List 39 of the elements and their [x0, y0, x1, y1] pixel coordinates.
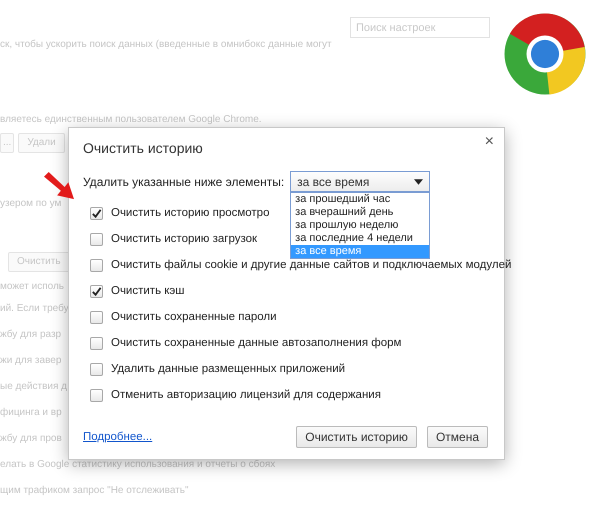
dropdown-option[interactable]: за последние 4 недели: [291, 232, 430, 245]
checkbox[interactable]: [90, 206, 103, 220]
settings-text: жи для завер: [0, 355, 62, 366]
settings-text: вляетесь единственным пользователем Google Chrome.: [0, 114, 262, 125]
checkbox-label: Очистить файлы cookie и другие данные сайтов и подключаемых модулей: [111, 259, 512, 271]
dialog-button[interactable]: Отмена: [426, 426, 488, 448]
settings-text: может исполь: [0, 281, 64, 292]
dropdown-option[interactable]: за прошедший час: [291, 193, 430, 206]
dialog-button[interactable]: Очистить историю: [296, 426, 417, 448]
range-label: Удалить указанные ниже элементы:: [83, 174, 284, 188]
settings-text: жбу для разр: [0, 329, 62, 340]
settings-text: ск, чтобы ускорить поиск данных (введенные в омнибокс данные могут: [0, 39, 332, 50]
checkbox[interactable]: [90, 232, 103, 246]
checkbox[interactable]: [90, 362, 103, 376]
checkbox-label: Очистить сохраненные данные автозаполнения форм: [111, 337, 402, 349]
settings-text: узером по ум: [0, 198, 62, 209]
settings-text: фицинга и вр: [0, 407, 62, 418]
checkbox[interactable]: [90, 336, 103, 350]
checkbox[interactable]: [90, 388, 103, 402]
checkbox[interactable]: [90, 258, 103, 272]
checkbox-label: Удалить данные размещенных приложений: [111, 363, 346, 375]
settings-text: щим трафиком запрос "Не отслеживать": [0, 485, 189, 496]
dropdown-option[interactable]: за прошлую неделю: [291, 219, 430, 232]
checkbox-label: Очистить кэш: [111, 285, 185, 297]
caret-icon: [414, 178, 424, 184]
checkbox-label: Очистить историю загрузок: [111, 233, 258, 245]
more-link[interactable]: Подробнее...: [83, 431, 152, 443]
checkbox-label: Очистить сохраненные пароли: [111, 311, 277, 323]
checkbox[interactable]: [90, 284, 103, 298]
settings-text: жбу для пров: [0, 433, 62, 444]
checkbox-label: Отменить авторизацию лицензий для содержания: [111, 389, 381, 401]
dropdown-option[interactable]: за вчерашний день: [291, 206, 430, 219]
settings-text: ий. Если требу: [0, 303, 69, 314]
time-range-dropdown[interactable]: за все время: [290, 171, 430, 192]
settings-text: ые действия д: [0, 381, 68, 392]
checkbox-label: Очистить историю просмотро: [111, 207, 270, 219]
checkbox[interactable]: [90, 310, 103, 324]
close-button[interactable]: ×: [482, 134, 496, 150]
dialog-title: Очистить историю: [83, 139, 204, 157]
